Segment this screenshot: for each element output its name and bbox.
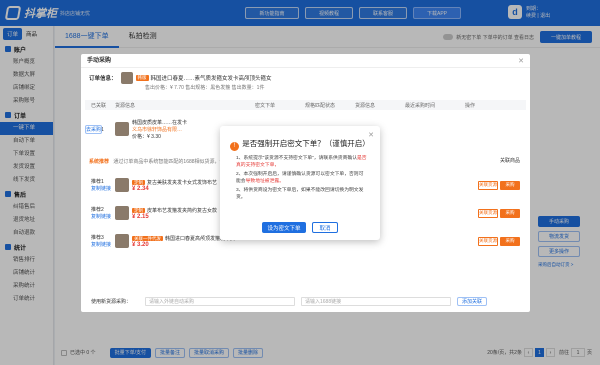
- add-link-button[interactable]: 添加关联: [457, 296, 487, 306]
- purchase-button-3[interactable]: 采购: [500, 236, 520, 246]
- go-purchase-button[interactable]: 去采购: [85, 124, 103, 134]
- source-thumbnail: [115, 122, 129, 136]
- close-icon[interactable]: ✕: [518, 57, 524, 65]
- link-source-button-1[interactable]: 关联货源: [478, 180, 498, 190]
- external-link-input[interactable]: 请输入外链自动采购: [145, 296, 295, 306]
- set-secret-order-button[interactable]: 设为密文下单: [262, 222, 306, 233]
- order-tag: 韩版: [135, 75, 149, 81]
- dialog-line-2: 2、本次强制开启后，请谨慎确认货源可以密文下单，否则可能会导致地址被泄露。: [236, 172, 364, 184]
- dialog-line-3: 3、将供货商设为密文下单后，如果不能改回请切换为明文发货。: [236, 188, 364, 200]
- warning-icon: !: [230, 142, 240, 151]
- link-source-button-2[interactable]: 关联货源: [478, 208, 498, 218]
- new-source-label: 使用新货源采购：: [91, 298, 132, 305]
- purchase-button-1[interactable]: 采购: [500, 180, 520, 190]
- similar-thumbnail-2: [115, 206, 129, 220]
- new-source-row: 使用新货源采购： 请输入外链自动采购 请输入1688链接 添加关联: [85, 296, 526, 306]
- similar-thumbnail-3: [115, 234, 129, 248]
- source-shop[interactable]: 义乌市徐轩饰品有限…: [132, 126, 232, 133]
- order-thumbnail: [120, 72, 133, 84]
- source-table-header: 已关联 货源信息 密文下单 规格匹配状态 货源信息 最近采购时间 操作: [85, 100, 526, 110]
- order-meta: 售出价格：¥ 7.70 售出规格：黑色发箍 售出数量：1件: [145, 85, 265, 91]
- source-name[interactable]: 韩国皮质皮革……在发卡: [132, 119, 232, 126]
- copy-link-1[interactable]: 复制链接: [91, 185, 115, 192]
- dialog-line-1: 1、系统提示“该货源不支持密文下单”，请联系供货商确认是否真的支持密文下单，: [236, 156, 367, 168]
- link-source-button-3[interactable]: 关联货源: [478, 236, 498, 246]
- order-info-label: 订单信息：: [89, 76, 117, 82]
- link-1688-input[interactable]: 请输入1688链接: [301, 296, 451, 306]
- similar-name-2[interactable]: 皮革布艺发箍发夹简约复古女款: [147, 208, 217, 214]
- order-product-name: 韩国进口春夏……素气质发箍女发卡高颅顶头箍女: [150, 76, 272, 82]
- confirm-dialog: ✕ ! 是否强制开启密文下单？（谨慎开启） 1、系统提示“该货源不支持密文下单”，…: [220, 126, 380, 240]
- order-info: 订单信息： 韩版 韩国进口春夏……素气质发箍女发卡高颅顶头箍女 售出价格：¥ 7…: [89, 72, 272, 91]
- source-price: 价格：¥ 3.30: [132, 133, 161, 140]
- dialog-title: ! 是否强制开启密文下单？（谨慎开启）: [220, 138, 380, 151]
- dialog-buttons: 设为密文下单 取消: [220, 222, 380, 233]
- panel-title: 手动采购: [81, 54, 530, 68]
- similar-thumbnail-1: [115, 178, 129, 192]
- purchase-button-2[interactable]: 采购: [500, 208, 520, 218]
- dialog-body: 1、系统提示“该货源不支持密文下单”，请联系供货商确认是否真的支持密文下单， 2…: [236, 156, 368, 202]
- cancel-button[interactable]: 取消: [312, 222, 338, 233]
- copy-link-3[interactable]: 复制链接: [91, 241, 115, 248]
- similar-name-1[interactable]: 复古美肤发夹发卡女式发饰布艺: [147, 180, 217, 186]
- copy-link-2[interactable]: 复制链接: [91, 213, 115, 220]
